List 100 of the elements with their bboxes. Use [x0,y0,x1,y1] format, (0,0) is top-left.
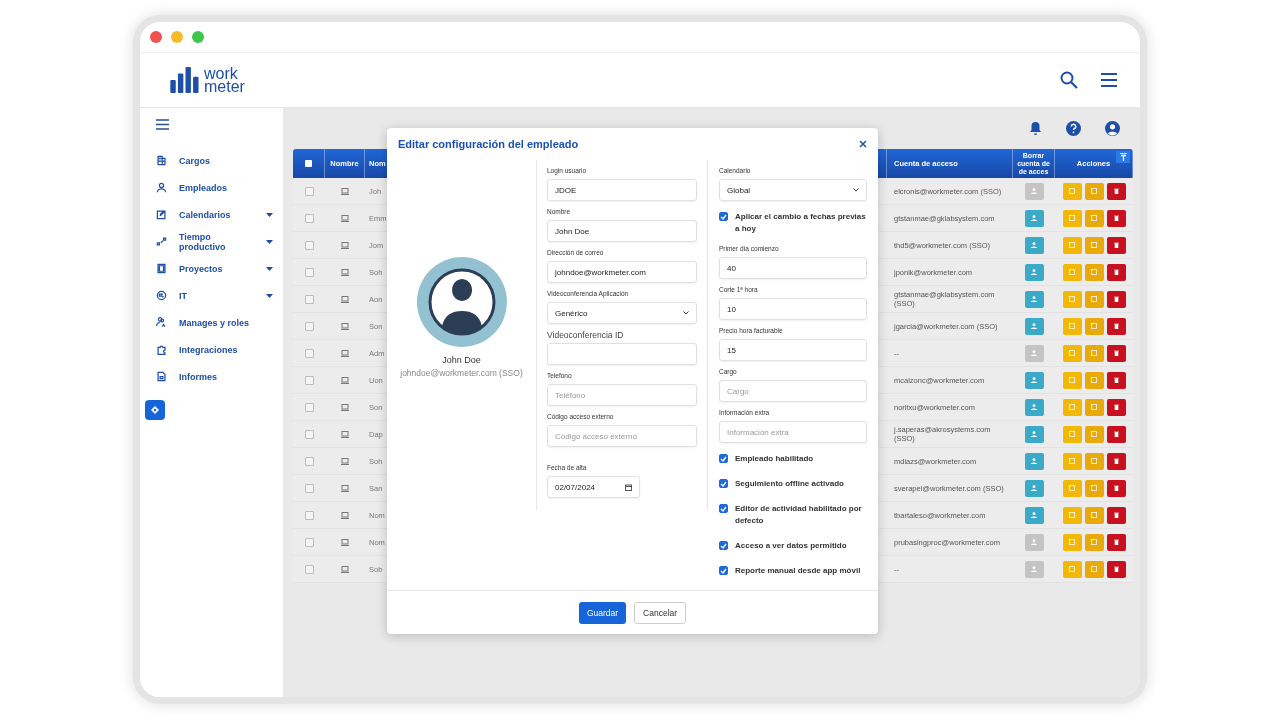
edit-button[interactable] [1062,425,1082,443]
delete-button[interactable] [1106,344,1126,362]
row-checkbox[interactable] [304,564,314,574]
input-field[interactable]: 10 [719,298,867,320]
sidebar-item[interactable]: Cargos [156,147,283,174]
row-checkbox[interactable] [304,321,314,331]
help-icon[interactable] [1066,121,1081,136]
delete-button[interactable] [1106,398,1126,416]
row-checkbox[interactable] [304,402,314,412]
edit-button[interactable] [1062,317,1082,335]
sidebar-item[interactable]: Integraciones [156,336,283,363]
menu-icon[interactable] [156,119,169,130]
row-checkbox[interactable] [304,213,314,223]
delete-button[interactable] [1106,209,1126,227]
input-field[interactable]: johndoe@workmeter.com [547,261,697,283]
delete-account-button[interactable] [1024,452,1044,470]
sidebar-item[interactable]: Proyectos [156,255,283,282]
sidebar-item[interactable]: Informes [156,363,283,390]
delete-button[interactable] [1106,182,1126,200]
delete-account-button[interactable] [1024,560,1044,578]
delete-button[interactable] [1106,452,1126,470]
checkbox[interactable] [719,541,728,550]
edit-button[interactable] [1062,533,1082,551]
delete-account-button[interactable] [1024,506,1044,524]
settings-button[interactable] [145,400,165,420]
delete-account-button[interactable] [1024,398,1044,416]
input-field[interactable]: John Doe [547,220,697,242]
edit-button[interactable] [1062,209,1082,227]
edit-button[interactable] [1062,452,1082,470]
delete-account-button[interactable] [1024,317,1044,335]
row-checkbox[interactable] [304,483,314,493]
delete-account-button[interactable] [1024,182,1044,200]
edit-button[interactable] [1062,182,1082,200]
input-field[interactable]: 15 [719,339,867,361]
delete-button[interactable] [1106,533,1126,551]
checkbox[interactable] [719,566,728,575]
close-icon[interactable] [859,140,867,148]
checkbox[interactable] [719,504,728,513]
bell-icon[interactable] [1029,121,1042,136]
filter-button[interactable] [1116,151,1130,163]
delete-account-button[interactable] [1024,236,1044,254]
delete-button[interactable] [1106,506,1126,524]
input-field[interactable] [547,343,697,365]
cancel-button[interactable]: Cancelar [634,601,687,624]
delete-account-button[interactable] [1024,290,1044,308]
delete-button[interactable] [1106,317,1126,335]
checkbox[interactable] [719,454,728,463]
edit-button[interactable] [1062,344,1082,362]
edit-button[interactable] [1062,506,1082,524]
delete-account-button[interactable] [1024,425,1044,443]
delete-account-button[interactable] [1024,371,1044,389]
delete-account-button[interactable] [1024,263,1044,281]
edit-button[interactable] [1062,236,1082,254]
edit-button[interactable] [1062,371,1082,389]
minimize-icon[interactable] [171,31,183,43]
row-checkbox[interactable] [304,294,314,304]
delete-button[interactable] [1106,236,1126,254]
date-field[interactable]: 02/07/2024 [547,476,640,498]
input-field[interactable]: 40 [719,257,867,279]
sidebar-item[interactable]: Tiempo productivo [156,228,283,255]
delete-button[interactable] [1106,263,1126,281]
row-checkbox[interactable] [304,429,314,439]
delete-button[interactable] [1106,290,1126,308]
edit-button[interactable] [1062,479,1082,497]
row-checkbox[interactable] [304,348,314,358]
row-checkbox[interactable] [304,537,314,547]
checkbox[interactable] [719,212,728,221]
sidebar-item[interactable]: Calendarios [156,201,283,228]
row-checkbox[interactable] [304,456,314,466]
sidebar-item[interactable]: Manages y roles [156,309,283,336]
delete-account-button[interactable] [1024,209,1044,227]
delete-account-button[interactable] [1024,479,1044,497]
edit-button[interactable] [1062,560,1082,578]
row-checkbox[interactable] [304,267,314,277]
sidebar-item[interactable]: IT [156,282,283,309]
select-field[interactable]: Genérico [547,302,697,324]
save-button[interactable]: Guardar [578,601,627,624]
menu-icon[interactable] [1100,73,1118,87]
edit-button[interactable] [1062,398,1082,416]
select-field[interactable]: Global [719,179,867,201]
select-all-checkbox[interactable] [305,160,312,167]
edit-button[interactable] [1062,263,1082,281]
checkbox[interactable] [719,479,728,488]
delete-button[interactable] [1106,479,1126,497]
row-checkbox[interactable] [304,240,314,250]
delete-account-button[interactable] [1024,533,1044,551]
delete-account-button[interactable] [1024,344,1044,362]
maximize-icon[interactable] [192,31,204,43]
input-field[interactable]: JDOE [547,179,697,201]
edit-button[interactable] [1062,290,1082,308]
delete-button[interactable] [1106,371,1126,389]
delete-button[interactable] [1106,425,1126,443]
row-checkbox[interactable] [304,510,314,520]
sidebar-item[interactable]: Empleados [156,174,283,201]
close-icon[interactable] [150,31,162,43]
row-checkbox[interactable] [304,375,314,385]
delete-button[interactable] [1106,560,1126,578]
search-icon[interactable] [1060,71,1078,89]
row-checkbox[interactable] [304,186,314,196]
user-icon[interactable] [1105,121,1120,136]
